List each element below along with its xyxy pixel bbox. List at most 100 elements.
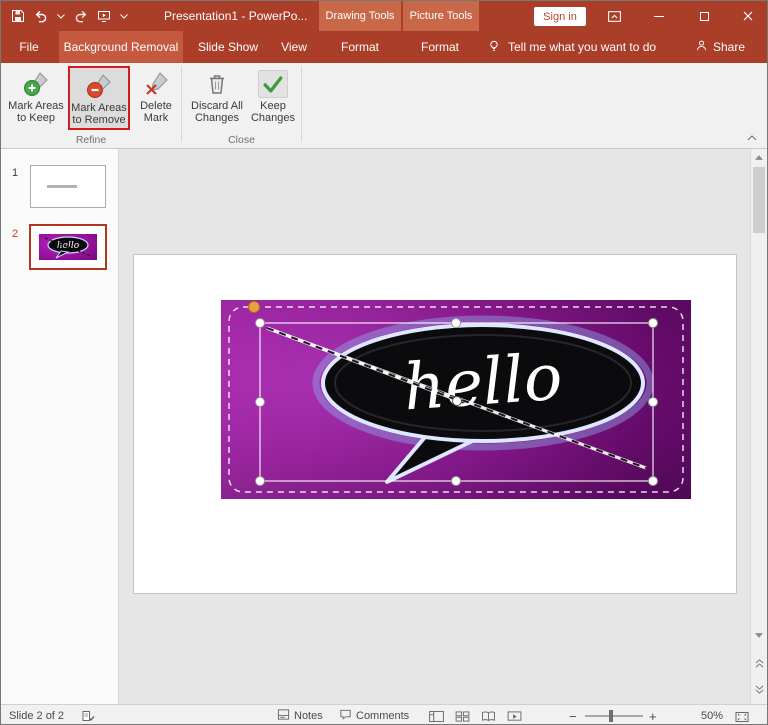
hello-neon-text: hello [401, 341, 564, 426]
spell-check-icon[interactable] [81, 705, 95, 724]
fit-slide-button[interactable] [735, 708, 749, 724]
title-bar: Presentation1 - PowerPo... Drawing Tools… [1, 1, 767, 31]
slide-thumbnail-panel: 1 2 hello [1, 149, 119, 704]
lightbulb-icon [487, 39, 501, 56]
vertical-scrollbar[interactable] [750, 149, 767, 704]
double-chevron-down-icon [755, 685, 763, 694]
comments-icon [339, 708, 352, 724]
document-title: Presentation1 - PowerPo... [164, 9, 308, 23]
zoom-out-button[interactable]: − [569, 705, 577, 724]
resize-handle-ne[interactable] [648, 318, 658, 328]
zoom-slider[interactable] [585, 710, 643, 722]
delete-mark-button[interactable]: Delete Mark [134, 66, 178, 130]
slide-2-editing-surface[interactable]: hello [133, 254, 737, 594]
normal-view-button[interactable] [425, 708, 447, 724]
tell-me-box[interactable]: Tell me what you want to do [487, 31, 656, 63]
sign-in-button[interactable]: Sign in [534, 7, 586, 26]
quick-access-toolbar [11, 1, 128, 31]
keep-changes-button[interactable]: Keep Changes [249, 66, 297, 130]
mark-node [452, 396, 462, 406]
close-button[interactable] [727, 1, 767, 31]
mark-areas-to-remove-button[interactable]: Mark Areas to Remove [68, 66, 130, 130]
collapse-ribbon-button[interactable] [745, 133, 759, 143]
keep-changes-icon-wrap [258, 68, 288, 100]
slide-show-button[interactable] [503, 708, 525, 724]
slide-2-thumbnail[interactable]: hello [29, 224, 107, 270]
redo-icon[interactable] [74, 9, 88, 23]
mark-keep-icon [23, 68, 49, 100]
group-label-refine: Refine [75, 134, 107, 146]
minimize-button[interactable] [638, 1, 680, 31]
resize-handle-w[interactable] [255, 397, 265, 407]
chevron-up-icon [747, 135, 757, 141]
resize-handle-se[interactable] [648, 476, 658, 486]
group-label-close: Close [228, 134, 255, 146]
share-button[interactable]: Share [695, 31, 745, 63]
notes-icon [277, 708, 290, 724]
tab-background-removal[interactable]: Background Removal [59, 31, 183, 63]
slide-1-number: 1 [12, 167, 19, 179]
undo-dropdown-icon[interactable] [57, 13, 65, 19]
tab-view[interactable]: View [271, 31, 317, 63]
ribbon-display-options-icon[interactable] [607, 9, 622, 24]
comments-button[interactable]: Comments [339, 705, 410, 724]
comments-label: Comments [356, 710, 410, 722]
keep-changes-label-2: Changes [250, 112, 296, 124]
reading-view-button[interactable] [477, 708, 499, 724]
previous-slide-button[interactable] [751, 652, 767, 675]
resize-handle-e[interactable] [648, 397, 658, 407]
maximize-button[interactable] [683, 1, 725, 31]
tell-me-label: Tell me what you want to do [508, 40, 657, 54]
group-separator [181, 66, 182, 142]
close-icon [743, 11, 753, 21]
slide-canvas[interactable]: hello [119, 149, 750, 704]
start-from-beginning-icon[interactable] [97, 9, 111, 23]
save-icon[interactable] [11, 9, 25, 23]
slide-sorter-icon [455, 711, 469, 722]
resize-handle-sw[interactable] [255, 476, 265, 486]
mark-areas-to-keep-button[interactable]: Mark Areas to Keep [7, 66, 65, 130]
slide-1-thumbnail[interactable] [30, 165, 106, 208]
slide-indicator: Slide 2 of 2 [9, 710, 65, 722]
scroll-up-button[interactable] [751, 149, 767, 165]
discard-label-1: Discard All [191, 100, 243, 112]
discard-all-changes-button[interactable]: Discard All Changes [189, 66, 245, 130]
triangle-up-icon [755, 154, 763, 160]
resize-handle-n[interactable] [451, 318, 461, 328]
slide-sorter-button[interactable] [451, 708, 473, 724]
svg-text:hello: hello [57, 241, 80, 251]
status-bar: Slide 2 of 2 Notes Comments − + 50% [1, 704, 767, 724]
person-icon [695, 39, 708, 55]
hello-picture[interactable]: hello [221, 300, 691, 499]
tab-file[interactable]: File [7, 31, 51, 63]
reading-view-icon [481, 711, 495, 722]
resize-handle-nw[interactable] [255, 318, 265, 328]
picture-overlay: hello [228, 301, 684, 493]
delete-mark-icon [143, 68, 169, 100]
notes-button[interactable]: Notes [277, 705, 323, 724]
mark-keep-label-2: to Keep [17, 112, 55, 124]
delete-mark-label-1: Delete [140, 100, 172, 112]
scroll-down-button[interactable] [751, 627, 767, 643]
next-slide-button[interactable] [751, 677, 767, 702]
customize-qat-icon[interactable] [120, 13, 128, 19]
slide-1-placeholder-text [47, 185, 77, 188]
zoom-slider-thumb[interactable] [609, 710, 613, 722]
zoom-in-button[interactable]: + [649, 705, 657, 724]
double-chevron-up-icon [755, 659, 763, 668]
tab-format-drawing[interactable]: Format [327, 31, 393, 63]
share-label: Share [713, 40, 746, 54]
keep-changes-label-1: Keep [260, 100, 286, 112]
tab-slide-show[interactable]: Slide Show [191, 31, 265, 63]
powerpoint-window: Presentation1 - PowerPo... Drawing Tools… [0, 0, 768, 725]
mark-remove-label-1: Mark Areas [71, 102, 127, 114]
mark-keep-label-1: Mark Areas [8, 100, 64, 112]
tab-format-picture[interactable]: Format [407, 31, 473, 63]
workspace: 1 2 hello hello [1, 149, 767, 704]
resize-handle-s[interactable] [451, 476, 461, 486]
slide-2-number: 2 [12, 228, 19, 240]
zoom-level[interactable]: 50% [685, 705, 723, 724]
minimize-icon [654, 15, 664, 17]
scrollbar-thumb[interactable] [753, 167, 765, 233]
undo-icon[interactable] [34, 9, 48, 23]
